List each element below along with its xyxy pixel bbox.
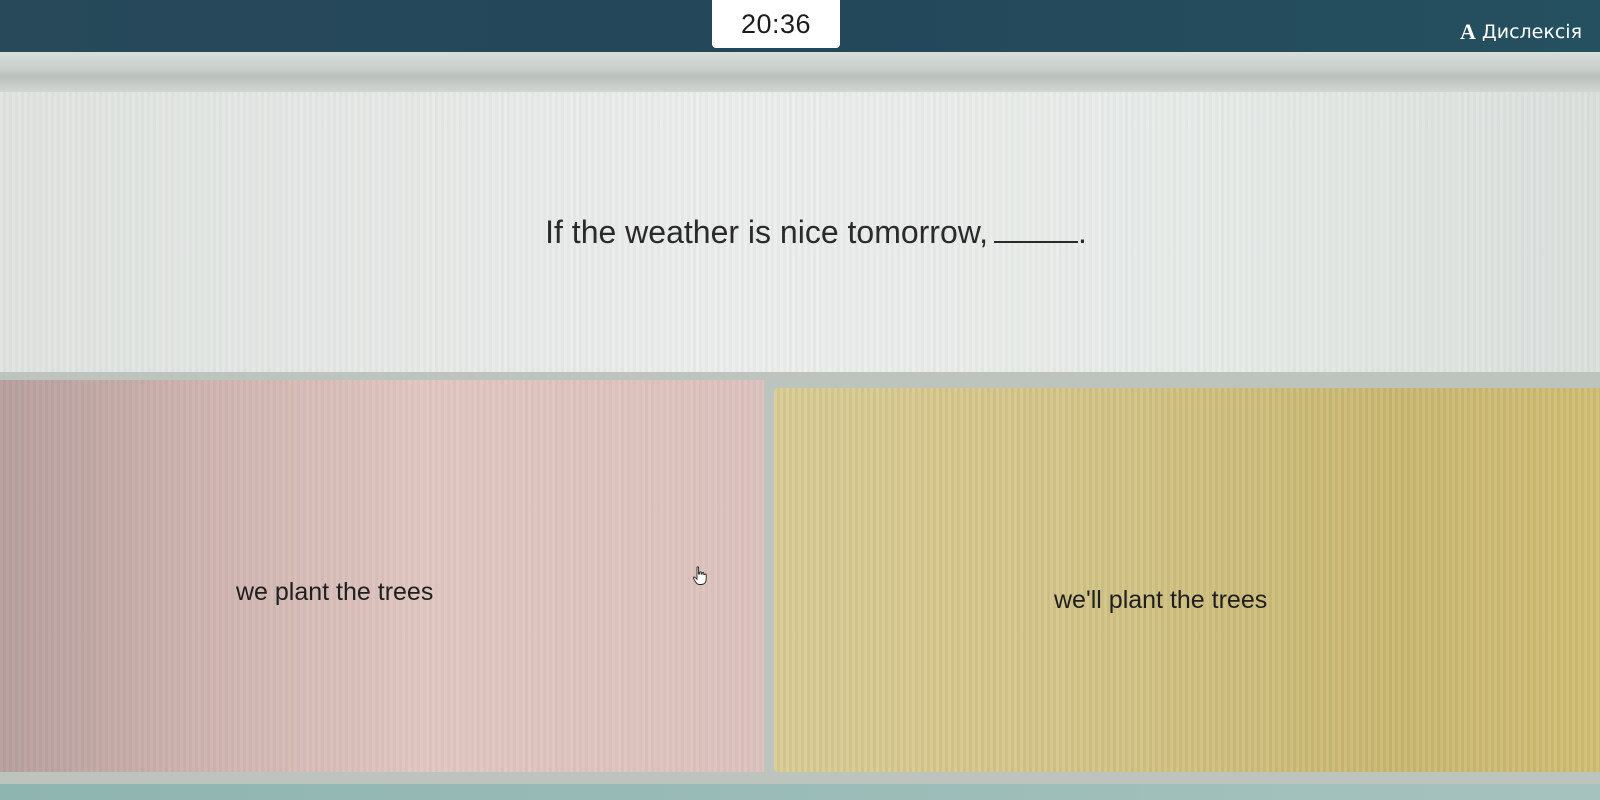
hand-pointer-icon [692, 566, 707, 585]
answer-option-label: we plant the trees [236, 578, 434, 606]
header-divider [0, 52, 1600, 92]
bottom-strip [0, 784, 1600, 800]
answer-option-2[interactable]: we'll plant the trees [774, 388, 1600, 772]
question-sentence: If the weather is nice tomorrow, [545, 214, 988, 250]
top-bar: 20:36 A Дислексія [0, 0, 1600, 52]
question-text: If the weather is nice tomorrow,. [0, 214, 1600, 251]
timer: 20:36 [712, 0, 840, 48]
question-end-punctuation: . [1077, 214, 1087, 250]
answer-option-1[interactable]: we plant the trees [0, 380, 764, 772]
answer-options: we plant the trees we'll plant the trees [0, 372, 1600, 800]
dyslexia-label: Дислексія [1481, 21, 1582, 43]
dyslexia-toggle[interactable]: A Дислексія [1460, 18, 1582, 46]
question-panel: If the weather is nice tomorrow,. [0, 92, 1600, 372]
font-a-icon: A [1460, 19, 1476, 44]
quiz-screen: 20:36 A Дислексія If the weather is nice… [0, 0, 1600, 800]
answer-blank [993, 215, 1078, 243]
answer-option-label: we'll plant the trees [1054, 586, 1268, 614]
